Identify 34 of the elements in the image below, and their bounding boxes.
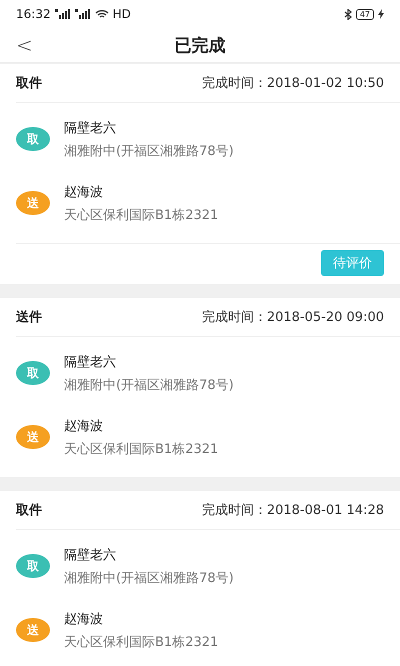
completion-time: 完成时间：2018-05-20 09:00 — [202, 309, 384, 326]
page-title: 已完成 — [174, 34, 226, 56]
contact-name: 赵海波 — [64, 610, 104, 628]
completion-time: 完成时间：2018-08-01 14:28 — [202, 502, 384, 519]
completion-time: 完成时间：2018-01-02 10:50 — [202, 75, 384, 92]
address: 湘雅附中(开福区湘雅路78号) — [64, 376, 234, 394]
contact-name: 赵海波 — [64, 418, 104, 434]
order-type: 取件 — [16, 502, 42, 519]
order-type: 取件 — [16, 75, 42, 92]
address: 天心区保利国际B1栋2321 — [64, 634, 218, 650]
address: 天心区保利国际B1栋2321 — [64, 440, 218, 458]
network-label: HD — [112, 7, 131, 21]
back-button[interactable]: < — [16, 33, 33, 57]
delivery-badge: 送 — [16, 191, 50, 215]
delivery-badge: 送 — [16, 425, 50, 449]
pickup-badge: 取 — [16, 554, 50, 578]
battery-icon: 47 — [356, 8, 374, 20]
contact-name: 隔壁老六 — [64, 546, 117, 564]
order-type: 送件 — [16, 309, 42, 326]
wifi-icon — [94, 9, 109, 19]
delivery-badge: 送 — [16, 618, 50, 642]
address: 天心区保利国际B1栋2321 — [64, 206, 218, 224]
address: 湘雅附中(开福区湘雅路78号) — [64, 142, 234, 160]
charging-icon — [378, 9, 384, 19]
address: 湘雅附中(开福区湘雅路78号) — [64, 570, 234, 586]
signal-icon — [54, 9, 71, 19]
contact-name: 赵海波 — [64, 184, 104, 200]
contact-name: 隔壁老六 — [64, 354, 117, 370]
pickup-badge: 取 — [16, 361, 50, 385]
bluetooth-icon — [344, 8, 352, 20]
contact-name: 隔壁老六 — [64, 120, 117, 136]
signal-icon — [74, 9, 91, 19]
pickup-badge: 取 — [16, 127, 50, 151]
clock: 16:32 — [16, 7, 51, 21]
